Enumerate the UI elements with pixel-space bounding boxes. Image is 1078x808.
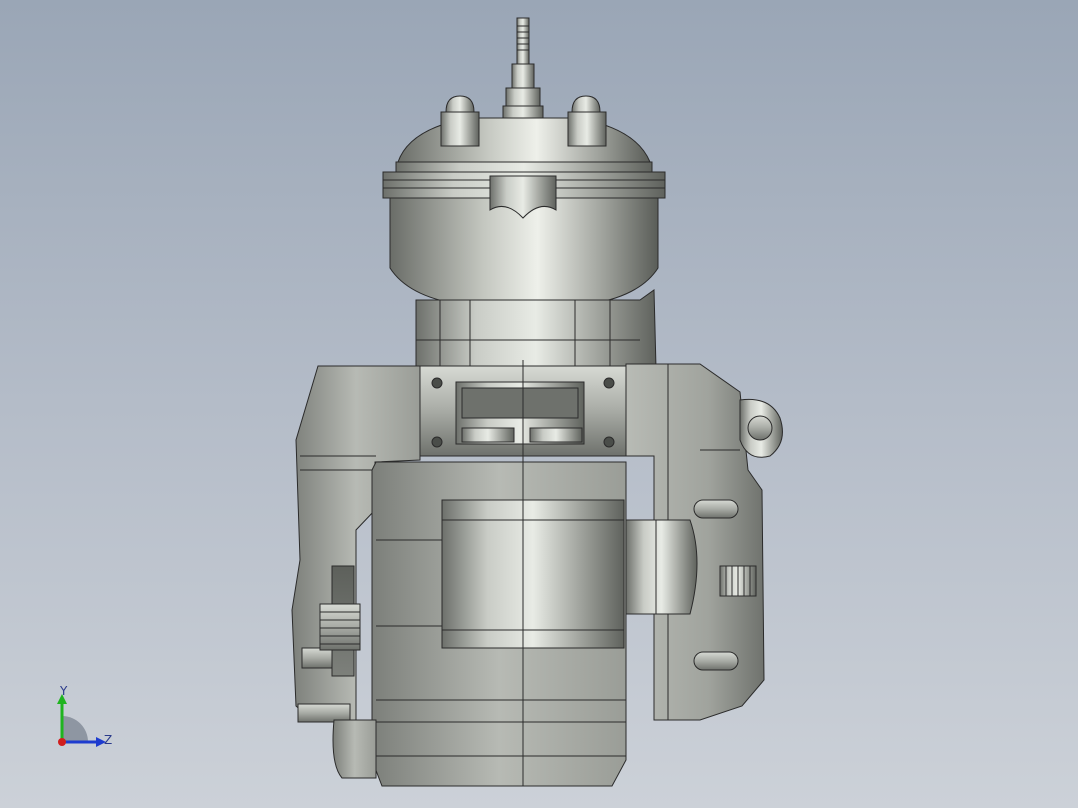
head-nut-left[interactable] — [440, 95, 480, 147]
z-axis-label: Z — [104, 733, 112, 747]
orientation-triad[interactable]: Y Z — [48, 684, 128, 756]
output-shaft[interactable] — [719, 565, 757, 597]
bottom-boss[interactable] — [332, 719, 377, 779]
head-nut-right[interactable] — [567, 95, 607, 147]
y-axis-label: Y — [59, 684, 68, 698]
x-axis-dot — [58, 738, 66, 746]
cylinder-head[interactable] — [382, 117, 666, 311]
intake-flange[interactable] — [419, 365, 629, 457]
cylinder-barrel[interactable] — [415, 289, 657, 369]
lower-crankcase[interactable] — [371, 461, 698, 787]
spark-plug[interactable] — [502, 17, 544, 131]
engine-model[interactable] — [0, 0, 1078, 808]
graphics-viewport[interactable]: Y Z — [0, 0, 1078, 808]
triad-quadrant — [62, 716, 88, 742]
